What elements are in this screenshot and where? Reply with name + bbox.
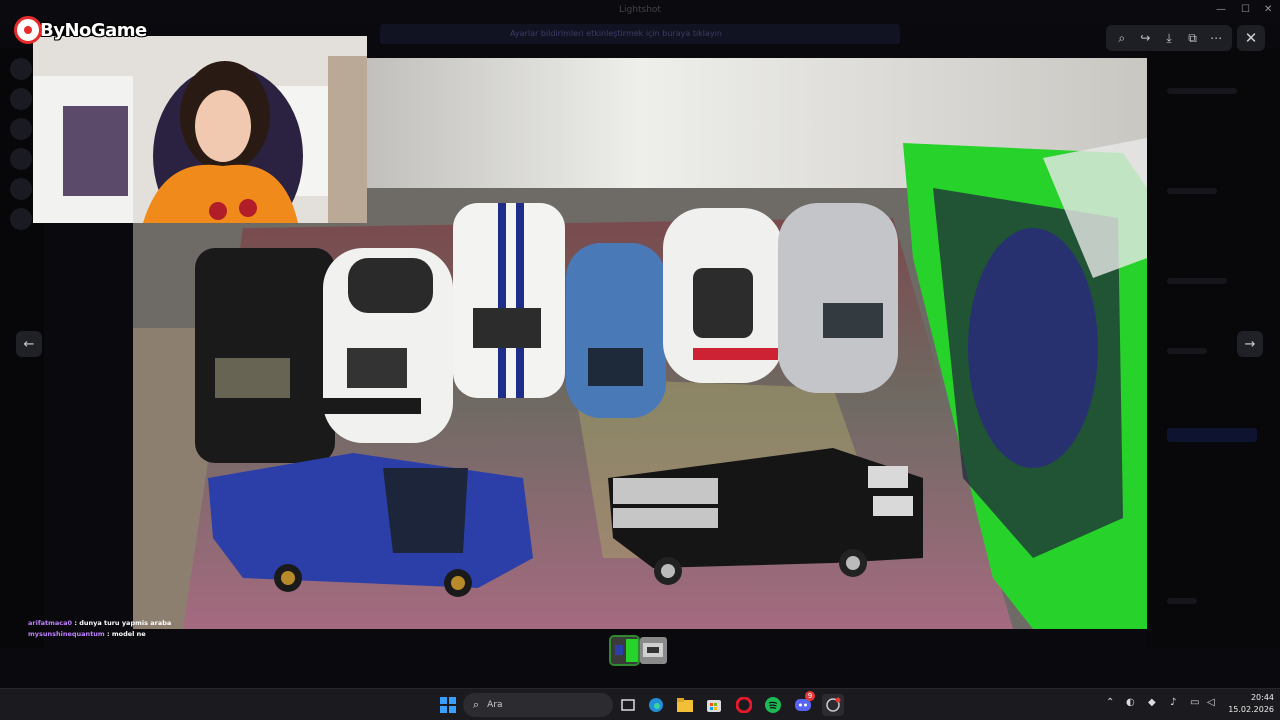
background-titlebar: Lightshot — ☐ ✕ [0,0,1280,22]
webcam-feed [33,36,367,223]
maximize-icon[interactable]: ☐ [1241,4,1250,15]
edge-icon[interactable] [645,694,667,716]
member-row [1167,278,1227,284]
thumbnail-strip [609,635,667,666]
store-icon[interactable] [703,694,725,716]
discord-icon[interactable]: 9 [792,691,815,716]
volume-icon[interactable]: ◁ [1207,697,1215,708]
previous-image-button[interactable]: ← [16,331,42,357]
thumbnail[interactable] [609,635,640,666]
server-icon[interactable] [10,208,32,230]
network-icon[interactable]: ▭ [1190,697,1199,708]
open-external-icon[interactable]: ⧉ [1183,28,1203,48]
thumbnail-image [611,637,638,664]
server-icon[interactable] [10,88,32,110]
start-icon[interactable] [437,694,459,716]
download-icon[interactable]: ⤓ [1159,28,1179,48]
chat-text: : dunya turu yapmis araba [74,619,172,627]
search-placeholder: Ara [487,700,503,710]
thumbnail[interactable] [640,637,667,664]
lightshot-icon[interactable] [822,694,844,716]
close-viewer-button[interactable]: ✕ [1237,25,1265,51]
member-row [1167,428,1257,442]
window-title: Lightshot [619,5,661,15]
screen: Lightshot — ☐ ✕ Ayarlar bildirimleri etk… [0,0,1280,720]
tray-app-icon[interactable]: ◐ [1126,697,1135,708]
search-icon: ⌕ [473,698,480,711]
chat-username: arifatmaca0 [28,619,73,627]
server-icon[interactable] [10,118,32,140]
chat-message: mysunshinequantum : model ne [28,629,171,640]
minimize-icon[interactable]: — [1216,4,1226,15]
brand-icon [14,16,42,44]
chat-text: : model ne [106,630,146,638]
clock-time: 20:44 [1250,693,1274,702]
defender-icon[interactable]: ◆ [1148,697,1156,708]
discord-badge: 9 [805,691,815,701]
webcam-overlay [33,36,367,223]
window-close-icon[interactable]: ✕ [1264,4,1272,15]
brand-logo: ByNoGame [14,10,147,50]
clock[interactable]: 20:44 15.02.2026 [1222,692,1274,716]
viewer-toolbar: ⌕ ↪ ⤓ ⧉ ⋯ [1106,25,1232,51]
server-icon[interactable] [10,58,32,80]
spotify-icon[interactable] [762,694,784,716]
stream-chat: arifatmaca0 : dunya turu yapmis araba my… [28,618,171,640]
file-explorer-icon[interactable] [674,694,696,716]
server-icon[interactable] [10,178,32,200]
member-row [1167,88,1237,94]
server-icon[interactable] [10,148,32,170]
zoom-icon[interactable]: ⌕ [1112,28,1132,48]
chat-message: arifatmaca0 : dunya turu yapmis araba [28,618,171,629]
task-view-icon[interactable] [617,694,639,716]
thumbnail-image [640,637,667,664]
forward-icon[interactable]: ↪ [1135,28,1155,48]
member-row [1167,598,1197,604]
tray-chevron-icon[interactable]: ⌃ [1106,697,1114,708]
notification-banner[interactable]: Ayarlar bildirimleri etkinleştirmek için… [380,24,900,44]
opera-icon[interactable] [733,694,755,716]
more-icon[interactable]: ⋯ [1206,28,1226,48]
member-row [1167,348,1207,354]
microphone-icon[interactable]: ♪ [1170,697,1176,708]
taskbar: ⌕ Ara 9 ⌃ ◐ ◆ ♪ ▭ ◁ 20:44 15.02.2026 [0,688,1280,720]
chat-username: mysunshinequantum [28,630,105,638]
brand-name: ByNoGame [40,19,147,41]
member-row [1167,188,1217,194]
clock-date: 15.02.2026 [1228,705,1274,714]
notification-banner-text: Ayarlar bildirimleri etkinleştirmek için… [510,29,722,38]
next-image-button[interactable]: → [1237,331,1263,357]
taskbar-search[interactable]: ⌕ Ara [463,693,613,717]
